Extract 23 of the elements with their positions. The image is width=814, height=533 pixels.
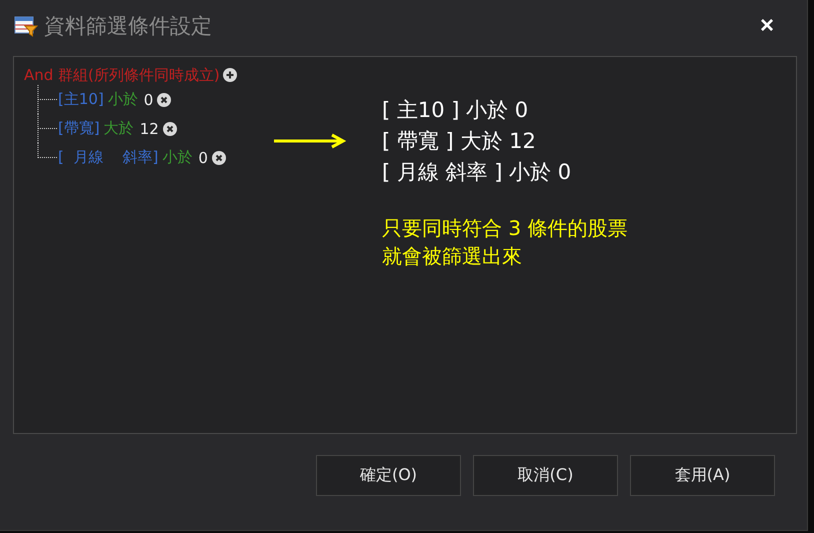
value-label[interactable]: 0 — [144, 90, 154, 108]
note-text: 只要同時符合 3 條件的股票 — [382, 215, 628, 242]
delete-icon[interactable] — [157, 92, 172, 106]
table-filter-icon — [14, 15, 38, 37]
delete-icon[interactable] — [162, 122, 177, 136]
annotation-text: [ 帶寬 ] 大於 12 — [382, 128, 537, 155]
dialog-button[interactable]: 確定(O) — [316, 455, 461, 496]
right-arrow-icon — [274, 133, 346, 149]
operator-label[interactable]: 大於 — [104, 119, 134, 138]
dialog-button[interactable]: 套用(A) — [630, 455, 775, 496]
operator-label[interactable]: 小於 — [108, 90, 138, 109]
close-button[interactable]: × — [747, 12, 787, 40]
note-text: 就會被篩選出來 — [382, 243, 523, 270]
value-label[interactable]: 0 — [198, 148, 208, 166]
dialog-button[interactable]: 取消(C) — [473, 455, 618, 496]
delete-icon[interactable] — [212, 150, 226, 164]
add-icon[interactable] — [222, 68, 237, 82]
tree-connector — [36, 85, 58, 114]
window-title: 資料篩選條件設定 — [44, 13, 213, 40]
operator-label[interactable]: 小於 — [162, 148, 192, 167]
annotation-text: [ 主10 ] 小於 0 — [382, 97, 530, 124]
annotation-text: [ 月線 斜率 ] 小於 0 — [382, 159, 572, 186]
value-label[interactable]: 12 — [140, 120, 159, 138]
